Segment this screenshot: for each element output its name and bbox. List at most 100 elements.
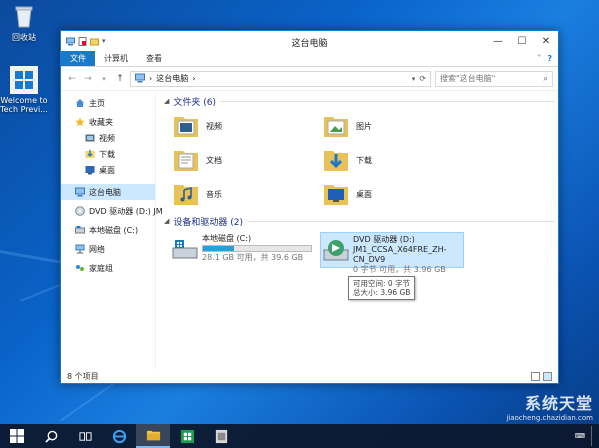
watermark: 系统天堂 jiaocheng.chazidian.com (506, 390, 593, 422)
devices-group-header[interactable]: ◢ 设备和驱动器 (2) (164, 213, 558, 229)
home-icon (75, 98, 85, 108)
help-icon[interactable]: ? (547, 54, 552, 63)
system-tray: ⌨ (575, 426, 599, 446)
videos-folder-icon (174, 117, 198, 137)
address-dropdown-icon[interactable]: ▾ (412, 75, 416, 83)
tab-view[interactable]: 查看 (137, 51, 171, 66)
drive-volume-label: JM1_CCSA_X64FRE_ZH-CN_DV9 (353, 245, 447, 264)
tab-computer[interactable]: 计算机 (95, 51, 137, 66)
folder-item[interactable]: 文档 (172, 145, 322, 175)
nav-homegroup[interactable]: 家庭组 (61, 260, 155, 276)
search-box[interactable]: ⌕ (435, 70, 553, 87)
large-icons-view-icon[interactable] (543, 371, 552, 381)
computer-small-icon (66, 37, 75, 46)
new-folder-icon[interactable] (90, 37, 99, 46)
drives-list: 本地磁盘 (C:) 28.1 GB 可用，共 39.6 GB DVD 驱动器 (… (164, 232, 558, 274)
nav-favorites[interactable]: 收藏夹 (61, 114, 155, 130)
address-bar[interactable]: › 这台电脑 › ▾ ⟳ (130, 70, 431, 87)
network-icon (75, 244, 85, 254)
tab-file[interactable]: 文件 (61, 51, 95, 66)
store-button[interactable] (170, 424, 204, 448)
welcome-label: Welcome to Tech Previ... (0, 96, 48, 114)
folder-item[interactable]: 视频 (172, 111, 322, 141)
nav-label: DVD 驱动器 (D:) JM (89, 206, 163, 216)
download-folder-icon (85, 149, 95, 159)
nav-this-pc[interactable]: 这台电脑 (61, 184, 155, 200)
address-separator: › (149, 74, 153, 83)
nav-label: 这台电脑 (89, 187, 121, 197)
nav-label: 下载 (99, 149, 115, 159)
refresh-icon[interactable]: ⟳ (419, 74, 426, 83)
explorer-window: ▾ 这台电脑 — ☐ ✕ 文件 计算机 查看 ˅ ? ← → ▾ ↑ › 这台电… (60, 30, 559, 384)
dvd-drive-icon (323, 240, 349, 261)
folders-group-header[interactable]: ◢ 文件夹 (6) (164, 93, 558, 109)
welcome-shortcut[interactable]: Welcome to Tech Previ... (0, 66, 50, 114)
watermark-title: 系统天堂 (524, 394, 593, 413)
nav-videos[interactable]: 视频 (61, 130, 155, 146)
drive-tooltip: 可用空间: 0 字节 总大小: 3.96 GB (348, 276, 416, 300)
status-bar: 8 个项目 (61, 369, 558, 383)
forward-button[interactable]: → (82, 73, 94, 85)
nav-desktop[interactable]: 桌面 (61, 162, 155, 178)
task-view-button[interactable] (68, 424, 102, 448)
folder-name: 文档 (206, 155, 222, 165)
pictures-folder-icon (324, 117, 348, 137)
title-bar[interactable]: ▾ 这台电脑 — ☐ ✕ (61, 31, 558, 51)
task-view-icon (78, 431, 92, 441)
folder-name: 图片 (356, 121, 372, 131)
homegroup-icon (75, 263, 85, 273)
collapse-icon[interactable]: ◢ (164, 217, 169, 225)
drive-icon (75, 225, 85, 235)
properties-icon[interactable] (78, 36, 87, 46)
folder-item[interactable]: 音乐 (172, 179, 322, 209)
folder-item[interactable]: 图片 (322, 111, 472, 141)
nav-downloads[interactable]: 下载 (61, 146, 155, 162)
capacity-bar-fill (203, 246, 235, 251)
collapse-icon[interactable]: ◢ (164, 97, 169, 105)
qat-dropdown-icon[interactable]: ▾ (102, 37, 111, 46)
star-icon (75, 117, 85, 127)
window-title: 这台电脑 (291, 39, 328, 49)
content-pane: ◢ 文件夹 (6) 视频 图片 文档 下载 音乐 桌面 ◢ 设备和驱动器 (2)… (156, 92, 558, 369)
recent-dropdown-icon[interactable]: ▾ (98, 73, 110, 85)
nav-label: 桌面 (99, 165, 115, 175)
start-button[interactable] (0, 424, 34, 448)
dvd-icon (75, 206, 85, 216)
address-row: ← → ▾ ↑ › 这台电脑 › ▾ ⟳ ⌕ (61, 67, 558, 91)
folder-name: 下载 (356, 155, 372, 165)
minimize-button[interactable]: — (486, 31, 510, 51)
search-button[interactable] (34, 424, 68, 448)
nav-network[interactable]: 网络 (61, 241, 155, 257)
search-icon[interactable]: ⌕ (544, 74, 548, 84)
keyboard-icon[interactable]: ⌨ (575, 432, 585, 440)
drive-item[interactable]: DVD 驱动器 (D:) JM1_CCSA_X64FRE_ZH-CN_DV9 0… (320, 232, 464, 274)
ribbon-expand-icon[interactable]: ˅ (537, 54, 541, 63)
navigation-pane: 主页 收藏夹 视频 下载 桌面 这台电脑 DVD 驱动器 (D:) JM 本地磁… (61, 92, 163, 369)
recycle-bin-shortcut[interactable]: 回收站 (0, 2, 50, 43)
details-view-icon[interactable] (531, 371, 540, 381)
nav-dvd-drive[interactable]: DVD 驱动器 (D:) JM (61, 203, 163, 219)
taskbar: ⌨ (0, 424, 599, 448)
maximize-button[interactable]: ☐ (510, 31, 534, 51)
computer-icon (75, 187, 85, 197)
up-button[interactable]: ↑ (114, 73, 126, 85)
quick-access-toolbar: ▾ (61, 36, 111, 46)
file-explorer-icon (146, 430, 160, 440)
show-desktop-button[interactable] (591, 426, 595, 446)
nav-home[interactable]: 主页 (61, 95, 155, 111)
back-button[interactable]: ← (66, 73, 78, 85)
close-button[interactable]: ✕ (534, 31, 558, 51)
nav-local-disk[interactable]: 本地磁盘 (C:) (61, 222, 155, 238)
address-location[interactable]: 这台电脑 (156, 73, 188, 84)
app-button[interactable] (204, 424, 238, 448)
nav-label: 本地磁盘 (C:) (89, 225, 139, 235)
folder-item[interactable]: 桌面 (322, 179, 472, 209)
downloads-folder-icon (324, 151, 348, 171)
folder-item[interactable]: 下载 (322, 145, 472, 175)
search-input[interactable] (440, 74, 544, 83)
drive-item[interactable]: 本地磁盘 (C:) 28.1 GB 可用，共 39.6 GB (170, 232, 314, 268)
recycle-bin-icon (10, 2, 38, 30)
ie-button[interactable] (102, 424, 136, 448)
nav-label: 家庭组 (89, 263, 113, 273)
file-explorer-button[interactable] (136, 424, 170, 448)
